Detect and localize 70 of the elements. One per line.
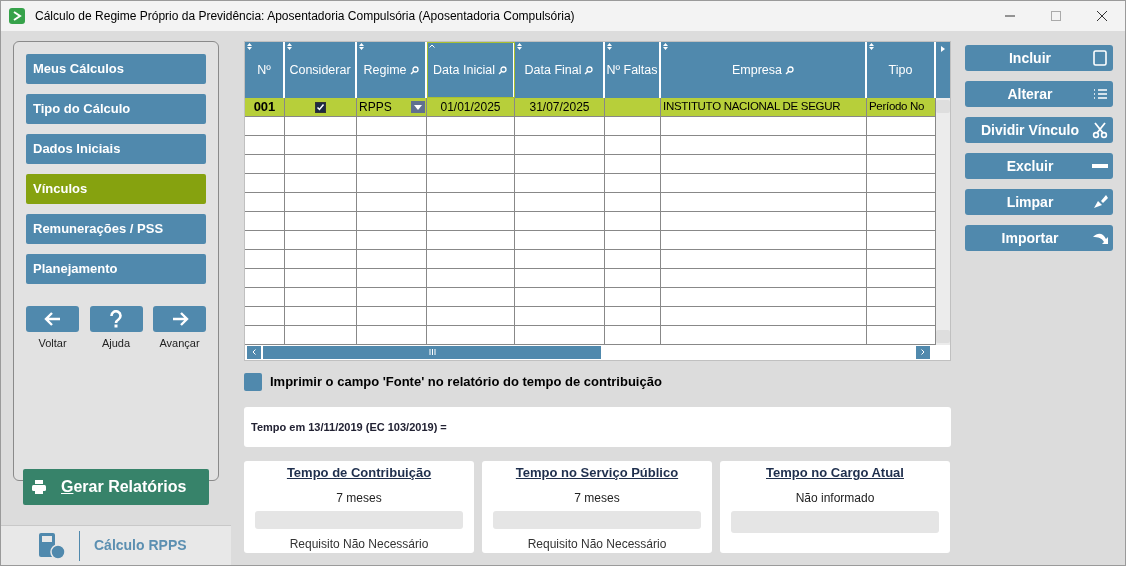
- regime-dropdown[interactable]: RPPS: [357, 98, 426, 116]
- card-title[interactable]: Tempo de Contribuição: [286, 463, 432, 483]
- sidebar-item[interactable]: Dados Iniciais: [26, 134, 206, 164]
- card-note: Requisito Não Necessário: [289, 536, 429, 553]
- search-icon: [584, 65, 594, 75]
- footer-title: Cálculo RPPS: [94, 536, 187, 555]
- scroll-left-button[interactable]: [247, 345, 261, 359]
- dropdown-caret-icon: [414, 104, 422, 110]
- app-logo-icon: [9, 8, 25, 24]
- search-icon: [409, 65, 419, 75]
- column-header[interactable]: Nº: [245, 42, 285, 98]
- nav-button[interactable]: [26, 306, 79, 332]
- scissors-icon: [1091, 121, 1109, 139]
- sidebar-item[interactable]: Meus Cálculos: [26, 54, 206, 84]
- brush-icon: [1091, 193, 1109, 211]
- table-cell-text: 001: [252, 98, 277, 117]
- column-header[interactable]: Regime: [357, 42, 427, 98]
- card-title[interactable]: Tempo no Serviço Público: [515, 463, 679, 483]
- nav-button[interactable]: [153, 306, 206, 332]
- sidebar-item[interactable]: Planejamento: [26, 254, 206, 284]
- window-title: Cálculo de Regime Próprio da Previdência: Aposentadoria Compulsória (Aposentadoria Compulsória): [35, 8, 575, 25]
- action-button[interactable]: Importar: [965, 225, 1113, 251]
- nav-label: Ajuda: [101, 336, 131, 351]
- sidebar-item[interactable]: Remunerações / PSS: [26, 214, 206, 244]
- scrollbar-thumb[interactable]: [263, 345, 601, 359]
- table-cell-text: Período No: [868, 99, 926, 115]
- nav-button[interactable]: [89, 306, 143, 332]
- sidebar-item[interactable]: Vínculos: [26, 174, 206, 204]
- action-button[interactable]: Excluir: [965, 153, 1113, 179]
- chevron-right-icon: [921, 349, 925, 355]
- tempo-label: Tempo em 13/11/2019 (EC 103/2019) =: [251, 419, 447, 435]
- square-icon: [1091, 49, 1109, 67]
- checkbox[interactable]: [315, 101, 326, 113]
- card-note: Requisito Não Necessário: [527, 536, 667, 553]
- column-header[interactable]: Empresa: [661, 42, 867, 98]
- card-value: 7 meses: [574, 489, 620, 507]
- sidebar-item[interactable]: Tipo do Cálculo: [26, 94, 206, 124]
- column-header[interactable]: Data Final: [515, 42, 605, 98]
- question-icon: [109, 310, 123, 328]
- scroll-right-button[interactable]: [916, 345, 930, 359]
- column-header[interactable]: Nº Faltas: [605, 42, 661, 98]
- nav-label: Voltar: [38, 336, 67, 351]
- column-header[interactable]: Tipo: [867, 42, 936, 98]
- column-header[interactable]: Data Inicial: [427, 42, 515, 98]
- sort-ascending-icon: [429, 44, 435, 48]
- arrow-right-icon: [170, 311, 189, 327]
- action-button[interactable]: Limpar: [965, 189, 1113, 215]
- table-cell-text: 31/07/2025: [528, 99, 591, 116]
- action-button[interactable]: Alterar: [965, 81, 1113, 107]
- table-cell-text: INSTITUTO NACIONAL DE SEGUR: [662, 99, 842, 115]
- column-more-icon[interactable]: [941, 46, 945, 52]
- action-button[interactable]: Incluir: [965, 45, 1113, 71]
- arrow-left-icon: [43, 311, 62, 327]
- search-icon: [785, 65, 794, 75]
- checkbox[interactable]: [244, 373, 262, 391]
- action-button[interactable]: Dividir Vínculo: [965, 117, 1113, 143]
- nav-label: Avançar: [159, 336, 200, 351]
- generate-reports-button[interactable]: Gerar Relatórios: [23, 469, 209, 505]
- checkbox-label: Imprimir o campo 'Fonte' no relatório do tempo de contribuição: [270, 373, 662, 392]
- search-icon: [497, 65, 507, 75]
- printer-icon: [31, 479, 47, 495]
- minus-icon: [1092, 164, 1108, 168]
- table-cell-text: 01/01/2025: [439, 99, 502, 116]
- column-header[interactable]: Considerar: [285, 42, 357, 98]
- calculator-icon: [37, 530, 67, 561]
- card-value: Não informado: [795, 489, 875, 507]
- card-value: 7 meses: [336, 489, 382, 507]
- chevron-left-icon: [252, 349, 256, 355]
- table-row[interactable]: 001 RPPS 01/01/2025 31/07/2025 INSTITUTO NACIONAL DE SEGUR Período No: [245, 98, 936, 117]
- card-title[interactable]: Tempo no Cargo Atual: [766, 463, 904, 483]
